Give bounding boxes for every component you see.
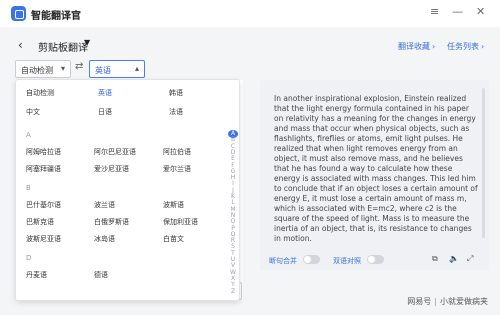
minimize-icon[interactable]: — [452,5,463,19]
lang-option[interactable]: 爱沙尼亚语 [94,164,129,174]
chevron-down-icon: ▾ [60,64,65,73]
lang-option[interactable]: 白俄罗斯语 [94,217,129,227]
translation-text: In another inspirational explosion, Eins… [274,94,478,243]
section-letter: B [26,184,31,192]
favorites-link[interactable]: 翻译收藏 › [398,41,435,52]
lang-option[interactable]: 中文 [26,107,40,117]
lang-option[interactable]: 波斯语 [163,200,184,210]
page-title[interactable]: 剪贴板翻译 [38,39,88,54]
lang-option[interactable]: 波兰语 [94,200,115,210]
lang-option[interactable]: 韩语 [169,88,183,98]
copy-icon[interactable]: ⧉ [432,254,438,264]
swap-languages-icon[interactable]: ⇄ [75,61,83,72]
lang-option[interactable]: 阿尔巴尼亚语 [94,147,136,157]
app-window: 智能翻译官 ≡ — ✕ ‹ 剪贴板翻译 ▼ 翻译收藏 › 任务列表 › 自动检测 ▾… [0,0,500,315]
close-icon[interactable]: ✕ [476,5,485,19]
watermark-right: 小就爱做病夹 [440,297,488,306]
title-bar: 智能翻译官 ≡ — ✕ [0,0,500,27]
lang-option[interactable]: 波斯尼亚语 [26,234,61,244]
lang-option[interactable]: 日语 [98,107,112,117]
source-language-value: 自动检测 [21,66,53,75]
app-logo-icon [11,6,26,21]
lang-option[interactable]: 巴斯克语 [26,217,54,227]
translation-result-panel: In another inspirational explosion, Eins… [260,80,489,270]
lang-option[interactable]: 冰岛语 [94,234,115,244]
chevron-right-icon: › [432,42,436,51]
task-list-link-label: 任务列表 [447,42,479,51]
source-language-select[interactable]: 自动检测 ▾ [15,60,71,78]
watermark: 网易号 | 小就爱做病夹 [407,297,488,306]
section-letter: D [26,254,32,262]
merge-sentences-toggle[interactable] [303,255,320,264]
menu-icon[interactable]: ≡ [430,5,439,19]
page-header: ‹ 剪贴板翻译 ▼ 翻译收藏 › 任务列表 › [0,30,500,60]
chevron-up-icon: ▴ [134,64,139,73]
back-icon[interactable]: ‹ [18,38,23,52]
lang-option[interactable]: 自动检测 [26,88,54,98]
result-scrollbar[interactable] [482,88,485,238]
app-title: 智能翻译官 [31,11,81,22]
index-letter[interactable]: Z [228,288,238,295]
lang-option-selected[interactable]: 英语 [98,88,112,98]
lang-option[interactable]: 白苗文 [163,234,184,244]
section-letter: A [26,131,31,139]
lang-option[interactable]: 阿拉伯语 [163,147,191,157]
lang-option[interactable]: 德语 [94,270,108,280]
bilingual-toggle[interactable] [367,255,384,264]
lang-option[interactable]: 巴什基尔语 [26,200,61,210]
target-language-value: 英语 [95,66,111,75]
bilingual-label: 双语对照 [333,257,361,265]
lang-option[interactable]: 阿塞拜疆语 [26,164,61,174]
lang-option[interactable]: 爱尔兰语 [163,164,191,174]
merge-sentences-label: 断句合并 [269,257,297,265]
task-list-link[interactable]: 任务列表 › [447,41,484,52]
caret-down-icon[interactable]: ▼ [84,38,90,47]
lang-option[interactable]: 法语 [169,107,183,117]
result-toolbar: 断句合并 双语对照 ⧉ 🔈 ⤢ [260,250,489,270]
chevron-right-icon: › [481,42,485,51]
lang-option[interactable]: 阿姆哈拉语 [26,147,61,157]
lang-option[interactable]: 丹麦语 [26,270,47,280]
watermark-left: 网易号 [407,297,432,306]
fullscreen-icon[interactable]: ⤢ [467,254,473,264]
lang-option[interactable]: 保加利亚语 [163,217,198,227]
target-language-select[interactable]: 英语 ▴ [89,60,145,78]
speaker-icon[interactable]: 🔈 [449,254,459,263]
language-dropdown: 自动检测 英语 韩语 中文 日语 法语 A 阿姆哈拉语 阿尔巴尼亚语 阿拉伯语 … [15,79,240,301]
favorites-link-label: 翻译收藏 [398,42,430,51]
